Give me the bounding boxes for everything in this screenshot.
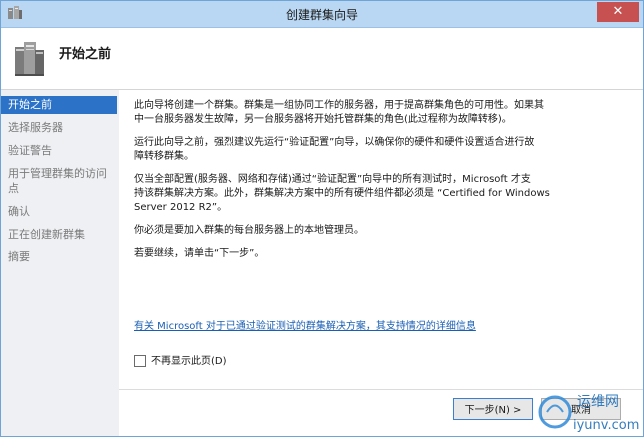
- wizard-window: 创建群集向导 ✕ 开始之前 开始之前 选择服务器 验证警告 用于管理群集的访问 …: [0, 0, 644, 437]
- next-button[interactable]: 下一步(N) >: [453, 398, 533, 420]
- page-header: 开始之前: [1, 28, 643, 90]
- sidebar-item-access-point-line1: 用于管理群集的访问: [8, 167, 107, 180]
- paragraph-support-requirements: 仅当全部配置(服务器、网络和存储)通过“验证配置”向导中的所有测试时，Micro…: [134, 174, 550, 213]
- close-icon: ✕: [612, 4, 624, 19]
- sidebar-item-summary[interactable]: 摘要: [1, 249, 117, 264]
- paragraph-continue-instruction: 若要继续，请单击“下一步”。: [134, 248, 265, 259]
- wizard-steps-sidebar: 开始之前 选择服务器 验证警告 用于管理群集的访问 点 确认 正在创建新群集 摘…: [1, 90, 119, 436]
- title-bar[interactable]: 创建群集向导 ✕: [1, 1, 643, 28]
- support-info-link[interactable]: 有关 Microsoft 对于已通过验证测试的群集解决方案，其支持情况的详细信息: [134, 317, 476, 332]
- paragraph-admin-requirement: 你必须是要加入群集的每台服务器上的本地管理员。: [134, 225, 364, 236]
- dont-show-again-label: 不再显示此页(D): [151, 356, 227, 367]
- window-title: 创建群集向导: [285, 8, 358, 22]
- watermark-text-bottom: iyunv.com: [573, 418, 639, 433]
- dont-show-again-checkbox[interactable]: [134, 355, 146, 367]
- sidebar-item-validation-warning[interactable]: 验证警告: [1, 143, 117, 158]
- page-title: 开始之前: [59, 47, 112, 62]
- site-watermark-logo: 运维网 iyunv.com: [538, 394, 639, 433]
- sidebar-item-access-point-line2: 点: [8, 182, 19, 195]
- dont-show-again-row[interactable]: 不再显示此页(D): [134, 352, 227, 367]
- sidebar-item-confirmation[interactable]: 确认: [1, 204, 117, 219]
- paragraph-validate-recommendation: 运行此向导之前，强烈建议先运行“验证配置”向导，以确保你的硬件和硬件设置适合进行…: [134, 137, 535, 162]
- intro-text: 此向导将创建一个群集。群集是一组协同工作的服务器，用于提高群集角色的可用性。如果…: [134, 99, 614, 270]
- sidebar-item-creating-cluster[interactable]: 正在创建新群集: [1, 227, 117, 242]
- sidebar-item-select-servers[interactable]: 选择服务器: [1, 120, 117, 135]
- close-button[interactable]: ✕: [597, 2, 639, 22]
- sidebar-item-before-you-begin[interactable]: 开始之前: [1, 96, 117, 114]
- paragraph-intro: 此向导将创建一个群集。群集是一组协同工作的服务器，用于提高群集角色的可用性。如果…: [134, 100, 544, 125]
- cluster-wizard-icon: [15, 42, 44, 76]
- watermark-text-top: 运维网: [577, 394, 619, 410]
- sidebar-item-access-point[interactable]: 用于管理群集的访问 点: [1, 166, 117, 196]
